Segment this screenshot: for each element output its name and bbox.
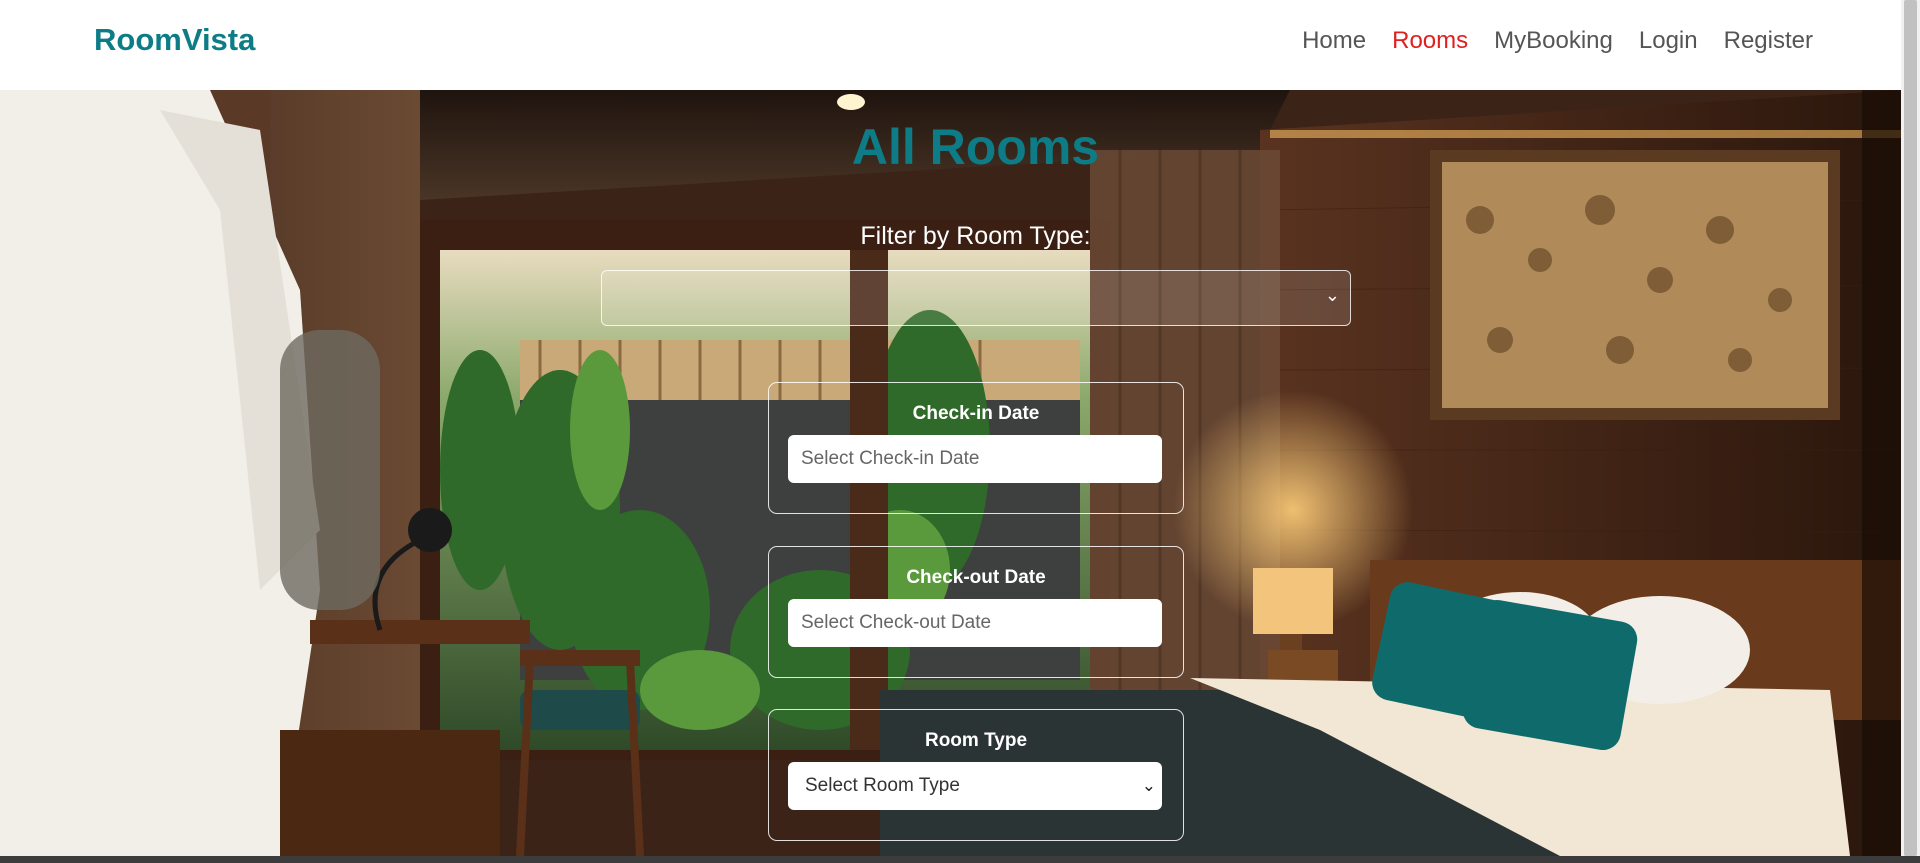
nav-link-register[interactable]: Register [1724, 27, 1813, 55]
checkout-label: Check-out Date [906, 567, 1046, 588]
hero-section: All Rooms Filter by Room Type: ⌄ Check-i… [0, 90, 1901, 856]
checkin-field-group: Check-in Date [768, 382, 1184, 514]
checkout-date-input[interactable] [788, 599, 1162, 647]
vertical-scrollbar[interactable] [1901, 0, 1920, 863]
nav-links: Home Rooms MyBooking Login Register [1302, 27, 1813, 55]
nav-link-rooms[interactable]: Rooms [1392, 27, 1468, 55]
chevron-down-icon: ⌄ [1324, 285, 1340, 305]
navbar: RoomVista Home Rooms MyBooking Login Reg… [0, 0, 1901, 90]
nav-link-home[interactable]: Home [1302, 27, 1366, 55]
filter-label: Filter by Room Type: [860, 222, 1091, 250]
room-type-label: Room Type [924, 730, 1028, 751]
scrollbar-thumb[interactable] [1904, 0, 1917, 856]
brand-logo[interactable]: RoomVista [94, 22, 255, 58]
room-type-select-value: Select Room Type [805, 775, 960, 796]
page-title: All Rooms [851, 119, 1100, 175]
room-type-select[interactable]: Select Room Type ⌄ [788, 762, 1162, 810]
nav-link-login[interactable]: Login [1639, 27, 1698, 55]
room-type-field-group: Room Type Select Room Type ⌄ [768, 709, 1184, 841]
nav-link-mybooking[interactable]: MyBooking [1494, 27, 1613, 55]
checkout-field-group: Check-out Date [768, 546, 1184, 678]
window-bottom-edge [0, 856, 1920, 863]
chevron-down-icon: ⌄ [1141, 776, 1156, 795]
room-type-filter-select[interactable]: ⌄ [601, 270, 1351, 326]
browser-viewport: RoomVista Home Rooms MyBooking Login Reg… [0, 0, 1901, 856]
checkin-date-input[interactable] [788, 435, 1162, 483]
checkin-label: Check-in Date [912, 403, 1040, 424]
